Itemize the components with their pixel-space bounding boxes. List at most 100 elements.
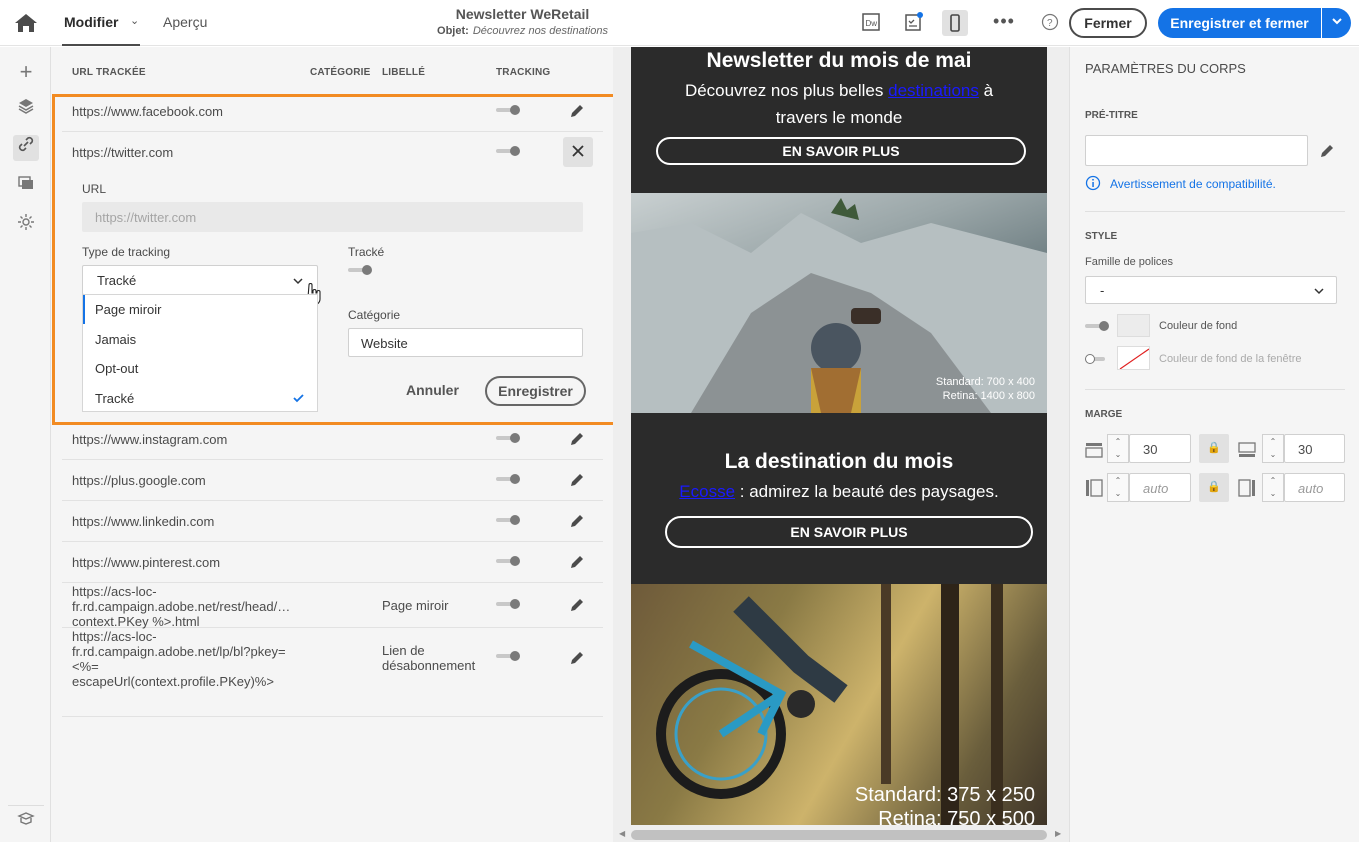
tracking-toggle[interactable] <box>496 433 520 443</box>
column-header-label[interactable]: LIBELLÉ <box>382 67 425 78</box>
scrollbar-thumb[interactable] <box>631 830 1047 840</box>
watermark-standard: Standard: 700 x 400 <box>935 376 1035 388</box>
compatibility-warning-link[interactable]: Avertissement de compatibilité. <box>1110 177 1276 191</box>
divider <box>1085 389 1345 390</box>
edit-pencil-icon[interactable] <box>568 471 586 489</box>
newsletter-subheading[interactable]: Découvrez nos plus belles destinations à… <box>631 77 1047 131</box>
tracking-toggle[interactable] <box>496 474 520 484</box>
table-row[interactable]: https://acs-loc- fr.rd.campaign.adobe.ne… <box>62 583 603 629</box>
mobile-view-icon[interactable] <box>942 10 968 36</box>
subject-value: Découvrez nos destinations <box>472 25 608 37</box>
margin-right-spinner[interactable]: ⌃ ⌄ <box>1262 473 1284 502</box>
column-header-tracking[interactable]: TRACKING <box>496 67 550 78</box>
background-color-label: Couleur de fond <box>1159 320 1238 332</box>
tracking-toggle[interactable] <box>496 599 520 609</box>
url-line: fr.rd.campaign.adobe.net/lp/bl?pkey= <box>72 644 286 659</box>
margin-bottom-value: 30 <box>1298 442 1313 457</box>
cta-button-2[interactable]: EN SAVOIR PLUS <box>665 516 1033 548</box>
edit-pencil-icon[interactable] <box>568 430 586 448</box>
cta-button[interactable]: EN SAVOIR PLUS <box>656 137 1026 165</box>
more-options-icon[interactable]: ••• <box>992 11 1016 35</box>
destinations-link[interactable]: destinations <box>888 81 979 100</box>
lock-icon[interactable]: 🔒 <box>1199 434 1229 463</box>
tracked-url: https://plus.google.com <box>72 473 206 488</box>
tracking-toggle[interactable] <box>496 515 520 525</box>
font-family-value: - <box>1100 283 1105 298</box>
window-background-swatch[interactable] <box>1117 346 1150 370</box>
link-icon[interactable] <box>13 135 39 161</box>
save-and-close-button[interactable]: Enregistrer et fermer <box>1158 8 1321 38</box>
edit-pencil-icon[interactable] <box>1318 142 1336 160</box>
watermark-retina: Retina: 1400 x 800 <box>942 390 1035 402</box>
margin-bottom-icon <box>1238 442 1256 457</box>
scroll-right-arrow-icon[interactable]: ▶ <box>1055 829 1061 838</box>
destination-subheading[interactable]: Ecosse : admirez la beauté des paysages. <box>631 482 1047 502</box>
image-gallery-icon[interactable] <box>13 174 39 200</box>
horizontal-scrollbar[interactable]: ◀ ▶ <box>613 828 1069 842</box>
tracked-url: https://www.instagram.com <box>72 432 228 447</box>
margin-bottom-input[interactable]: 30 <box>1284 434 1345 463</box>
personalization-icon[interactable] <box>13 213 39 239</box>
sub-text: travers le monde <box>775 108 903 127</box>
close-button[interactable]: Fermer <box>1069 8 1147 38</box>
margin-right-input[interactable]: auto <box>1284 473 1345 502</box>
font-family-select[interactable]: - <box>1085 276 1337 304</box>
image-size-watermark: Standard: 700 x 400 Retina: 1400 x 800 <box>911 375 1035 403</box>
tracked-url: https://acs-loc- fr.rd.campaign.adobe.ne… <box>72 584 290 629</box>
url-line: escapeUrl(context.profile.PKey)%> <box>72 674 274 689</box>
checklist-icon[interactable] <box>901 11 925 35</box>
save-dropdown-button[interactable] <box>1322 8 1351 38</box>
column-header-category[interactable]: CATÉGORIE <box>310 67 371 78</box>
edit-pencil-icon[interactable] <box>568 596 586 614</box>
tab-apercu[interactable]: Aperçu <box>163 14 207 30</box>
table-row[interactable]: https://acs-loc- fr.rd.campaign.adobe.ne… <box>62 628 603 717</box>
image-size-watermark: Standard: 375 x 250 Retina: 750 x 500 <box>791 783 1035 825</box>
svg-text:?: ? <box>1047 18 1053 29</box>
add-icon[interactable]: + <box>13 59 39 85</box>
email-canvas[interactable]: Newsletter du mois de mai Découvrez nos … <box>631 47 1047 825</box>
margin-left-icon <box>1086 479 1103 497</box>
divider <box>1085 211 1345 212</box>
scroll-left-arrow-icon[interactable]: ◀ <box>619 829 625 838</box>
destination-heading[interactable]: La destination du mois <box>631 450 1047 474</box>
url-line: context.PKey %>.html <box>72 614 200 629</box>
layers-icon[interactable] <box>13 97 39 123</box>
tracking-toggle[interactable] <box>496 651 520 661</box>
chevron-down-icon <box>1331 18 1342 25</box>
chevron-down-icon[interactable]: ⌄ <box>130 14 139 27</box>
margin-label: MARGE <box>1085 409 1123 420</box>
learn-icon[interactable] <box>13 810 39 836</box>
window-background-toggle[interactable] <box>1085 354 1109 364</box>
edit-pencil-icon[interactable] <box>568 512 586 530</box>
table-row[interactable]: https://plus.google.com <box>62 460 603 501</box>
sub-text: à <box>983 81 994 100</box>
mountain-bike-image[interactable]: Standard: 375 x 250 Retina: 750 x 500 <box>631 584 1047 825</box>
margin-top-spinner[interactable]: ⌃ ⌄ <box>1107 434 1129 463</box>
column-header-url[interactable]: URL TRACKÉE <box>72 67 146 78</box>
table-row[interactable]: https://www.instagram.com <box>62 419 603 460</box>
margin-left-spinner[interactable]: ⌃ ⌄ <box>1107 473 1129 502</box>
table-row[interactable]: https://www.linkedin.com <box>62 501 603 542</box>
mountain-hiker-image[interactable]: Standard: 700 x 400 Retina: 1400 x 800 <box>631 193 1047 413</box>
edit-pencil-icon[interactable] <box>568 553 586 571</box>
ecosse-link[interactable]: Ecosse <box>679 482 735 501</box>
help-icon[interactable]: ? <box>1038 11 1062 35</box>
watermark-retina: Retina: 750 x 500 <box>878 808 1035 825</box>
background-color-swatch[interactable] <box>1117 314 1150 337</box>
dreamweaver-icon[interactable]: Dw <box>859 11 883 35</box>
tracked-url-label: Lien de désabonnement <box>382 643 475 673</box>
edit-pencil-icon[interactable] <box>568 649 586 667</box>
margin-left-input[interactable]: auto <box>1129 473 1191 502</box>
page-title: Newsletter WeRetail <box>455 6 590 22</box>
newsletter-heading[interactable]: Newsletter du mois de mai <box>631 49 1047 73</box>
lock-icon[interactable]: 🔒 <box>1199 473 1229 502</box>
margin-bottom-spinner[interactable]: ⌃ ⌄ <box>1262 434 1284 463</box>
table-row[interactable]: https://www.pinterest.com <box>62 542 603 583</box>
home-icon[interactable] <box>13 12 39 34</box>
margin-top-input[interactable]: 30 <box>1129 434 1191 463</box>
tab-modifier[interactable]: Modifier <box>64 14 118 30</box>
tracking-toggle[interactable] <box>496 556 520 566</box>
url-line: <%= <box>72 659 99 674</box>
pretitle-input[interactable] <box>1085 135 1308 166</box>
background-color-toggle[interactable] <box>1085 321 1109 331</box>
